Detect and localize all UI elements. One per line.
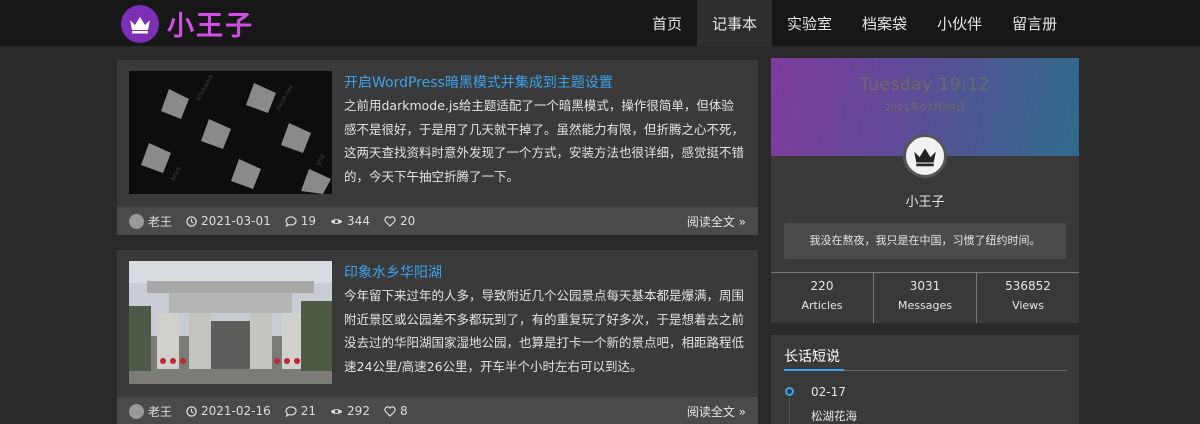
- site-title: 小王子: [167, 11, 254, 42]
- stat-messages[interactable]: 3031 Messages: [874, 273, 977, 323]
- profile-stats: 220 Articles 3031 Messages 536852 Views: [771, 272, 1079, 323]
- post-comments[interactable]: 19: [285, 214, 316, 228]
- post-meta-bar: 老王 2021-02-16 21 292 8 阅读全文 »: [117, 397, 758, 424]
- timeline-date: 02-17: [811, 385, 846, 399]
- date-display: 2021年03月09日: [884, 103, 966, 114]
- post-views: 292: [330, 404, 370, 418]
- short-talk-widget: 长话短说 02-17 松湖花海: [771, 335, 1079, 424]
- nav-item-home[interactable]: 首页: [637, 0, 697, 46]
- heart-icon: [384, 405, 396, 417]
- post-title-link[interactable]: 印象水乡华阳湖: [344, 262, 442, 282]
- nav-item-archive[interactable]: 档案袋: [847, 0, 922, 46]
- post-author[interactable]: 老王: [129, 213, 172, 230]
- timeline-text[interactable]: 松湖花海: [811, 408, 857, 424]
- main-nav: 首页 记事本 实验室 档案袋 小伙伴 留言册: [637, 0, 1072, 46]
- author-name: 老王: [148, 214, 173, 229]
- post-comments[interactable]: 21: [285, 404, 316, 418]
- top-navbar: 小王子 首页 记事本 实验室 档案袋 小伙伴 留言册: [0, 0, 1200, 46]
- timeline-dot-icon: [785, 387, 794, 396]
- nav-item-guestbook[interactable]: 留言册: [997, 0, 1072, 46]
- post-date: 2021-03-01: [186, 214, 271, 228]
- site-logo[interactable]: 小王子: [121, 4, 254, 43]
- timeline-line: [789, 398, 790, 424]
- stat-views: 536852 Views: [1005, 279, 1051, 312]
- clock-icon: [186, 215, 197, 227]
- post-excerpt: 今年留下来过年的人多，导致附近几个公园景点每天基本都是爆满，周围附近景区或公园差…: [344, 288, 745, 374]
- author-name: 老王: [148, 404, 173, 419]
- post-likes[interactable]: 20: [384, 214, 415, 228]
- eye-icon: [330, 408, 343, 414]
- post-likes[interactable]: 8: [384, 404, 408, 418]
- profile-name: 小王子: [905, 195, 945, 210]
- post-views: 344: [330, 214, 370, 228]
- nav-item-lab[interactable]: 实验室: [772, 0, 847, 46]
- nav-item-friends[interactable]: 小伙伴: [922, 0, 997, 46]
- crown-icon: [914, 148, 936, 167]
- post-card: 印象水乡华阳湖 今年留下来过年的人多，导致附近几个公园景点每天基本都是爆满，周围…: [117, 250, 758, 424]
- comment-icon: [285, 405, 297, 417]
- post-card: brickwork mesh-net brick grid 开启WordPres…: [117, 60, 758, 235]
- nav-item-notebook[interactable]: 记事本: [697, 0, 773, 46]
- post-meta-bar: 老王 2021-03-01 19 344 20 阅读全文 »: [117, 207, 758, 235]
- post-excerpt: 之前用darkmode.js给主题适配了一个暗黑模式，操作很简单，但体验感不是很…: [344, 98, 745, 184]
- crown-icon: [121, 4, 159, 43]
- clock-icon: [186, 405, 197, 417]
- post-thumbnail[interactable]: [129, 261, 332, 384]
- widget-title: 长话短说: [784, 349, 840, 365]
- eye-icon: [330, 218, 343, 224]
- post-author[interactable]: 老王: [129, 403, 172, 420]
- post-thumbnail[interactable]: brickwork mesh-net brick grid: [129, 71, 332, 194]
- post-date: 2021-02-16: [186, 404, 271, 418]
- stat-articles[interactable]: 220 Articles: [771, 273, 874, 323]
- author-avatar: [129, 213, 144, 229]
- author-avatar: [129, 403, 144, 419]
- profile-bio: 我没在熬夜，我只是在中国，习惯了纽约时间。: [784, 223, 1066, 259]
- profile-card: Tuesday 19:12 2021年03月09日 小王子 我没在熬夜，我只是在…: [771, 58, 1079, 323]
- read-more-link[interactable]: 阅读全文 »: [687, 213, 746, 230]
- profile-avatar[interactable]: [903, 134, 947, 178]
- heart-icon: [384, 215, 396, 227]
- comment-icon: [285, 215, 297, 227]
- clock-display: Tuesday 19:12: [859, 75, 991, 95]
- post-title-link[interactable]: 开启WordPress暗黑模式并集成到主题设置: [344, 72, 613, 92]
- read-more-link[interactable]: 阅读全文 »: [687, 403, 746, 420]
- title-underline: [784, 369, 844, 371]
